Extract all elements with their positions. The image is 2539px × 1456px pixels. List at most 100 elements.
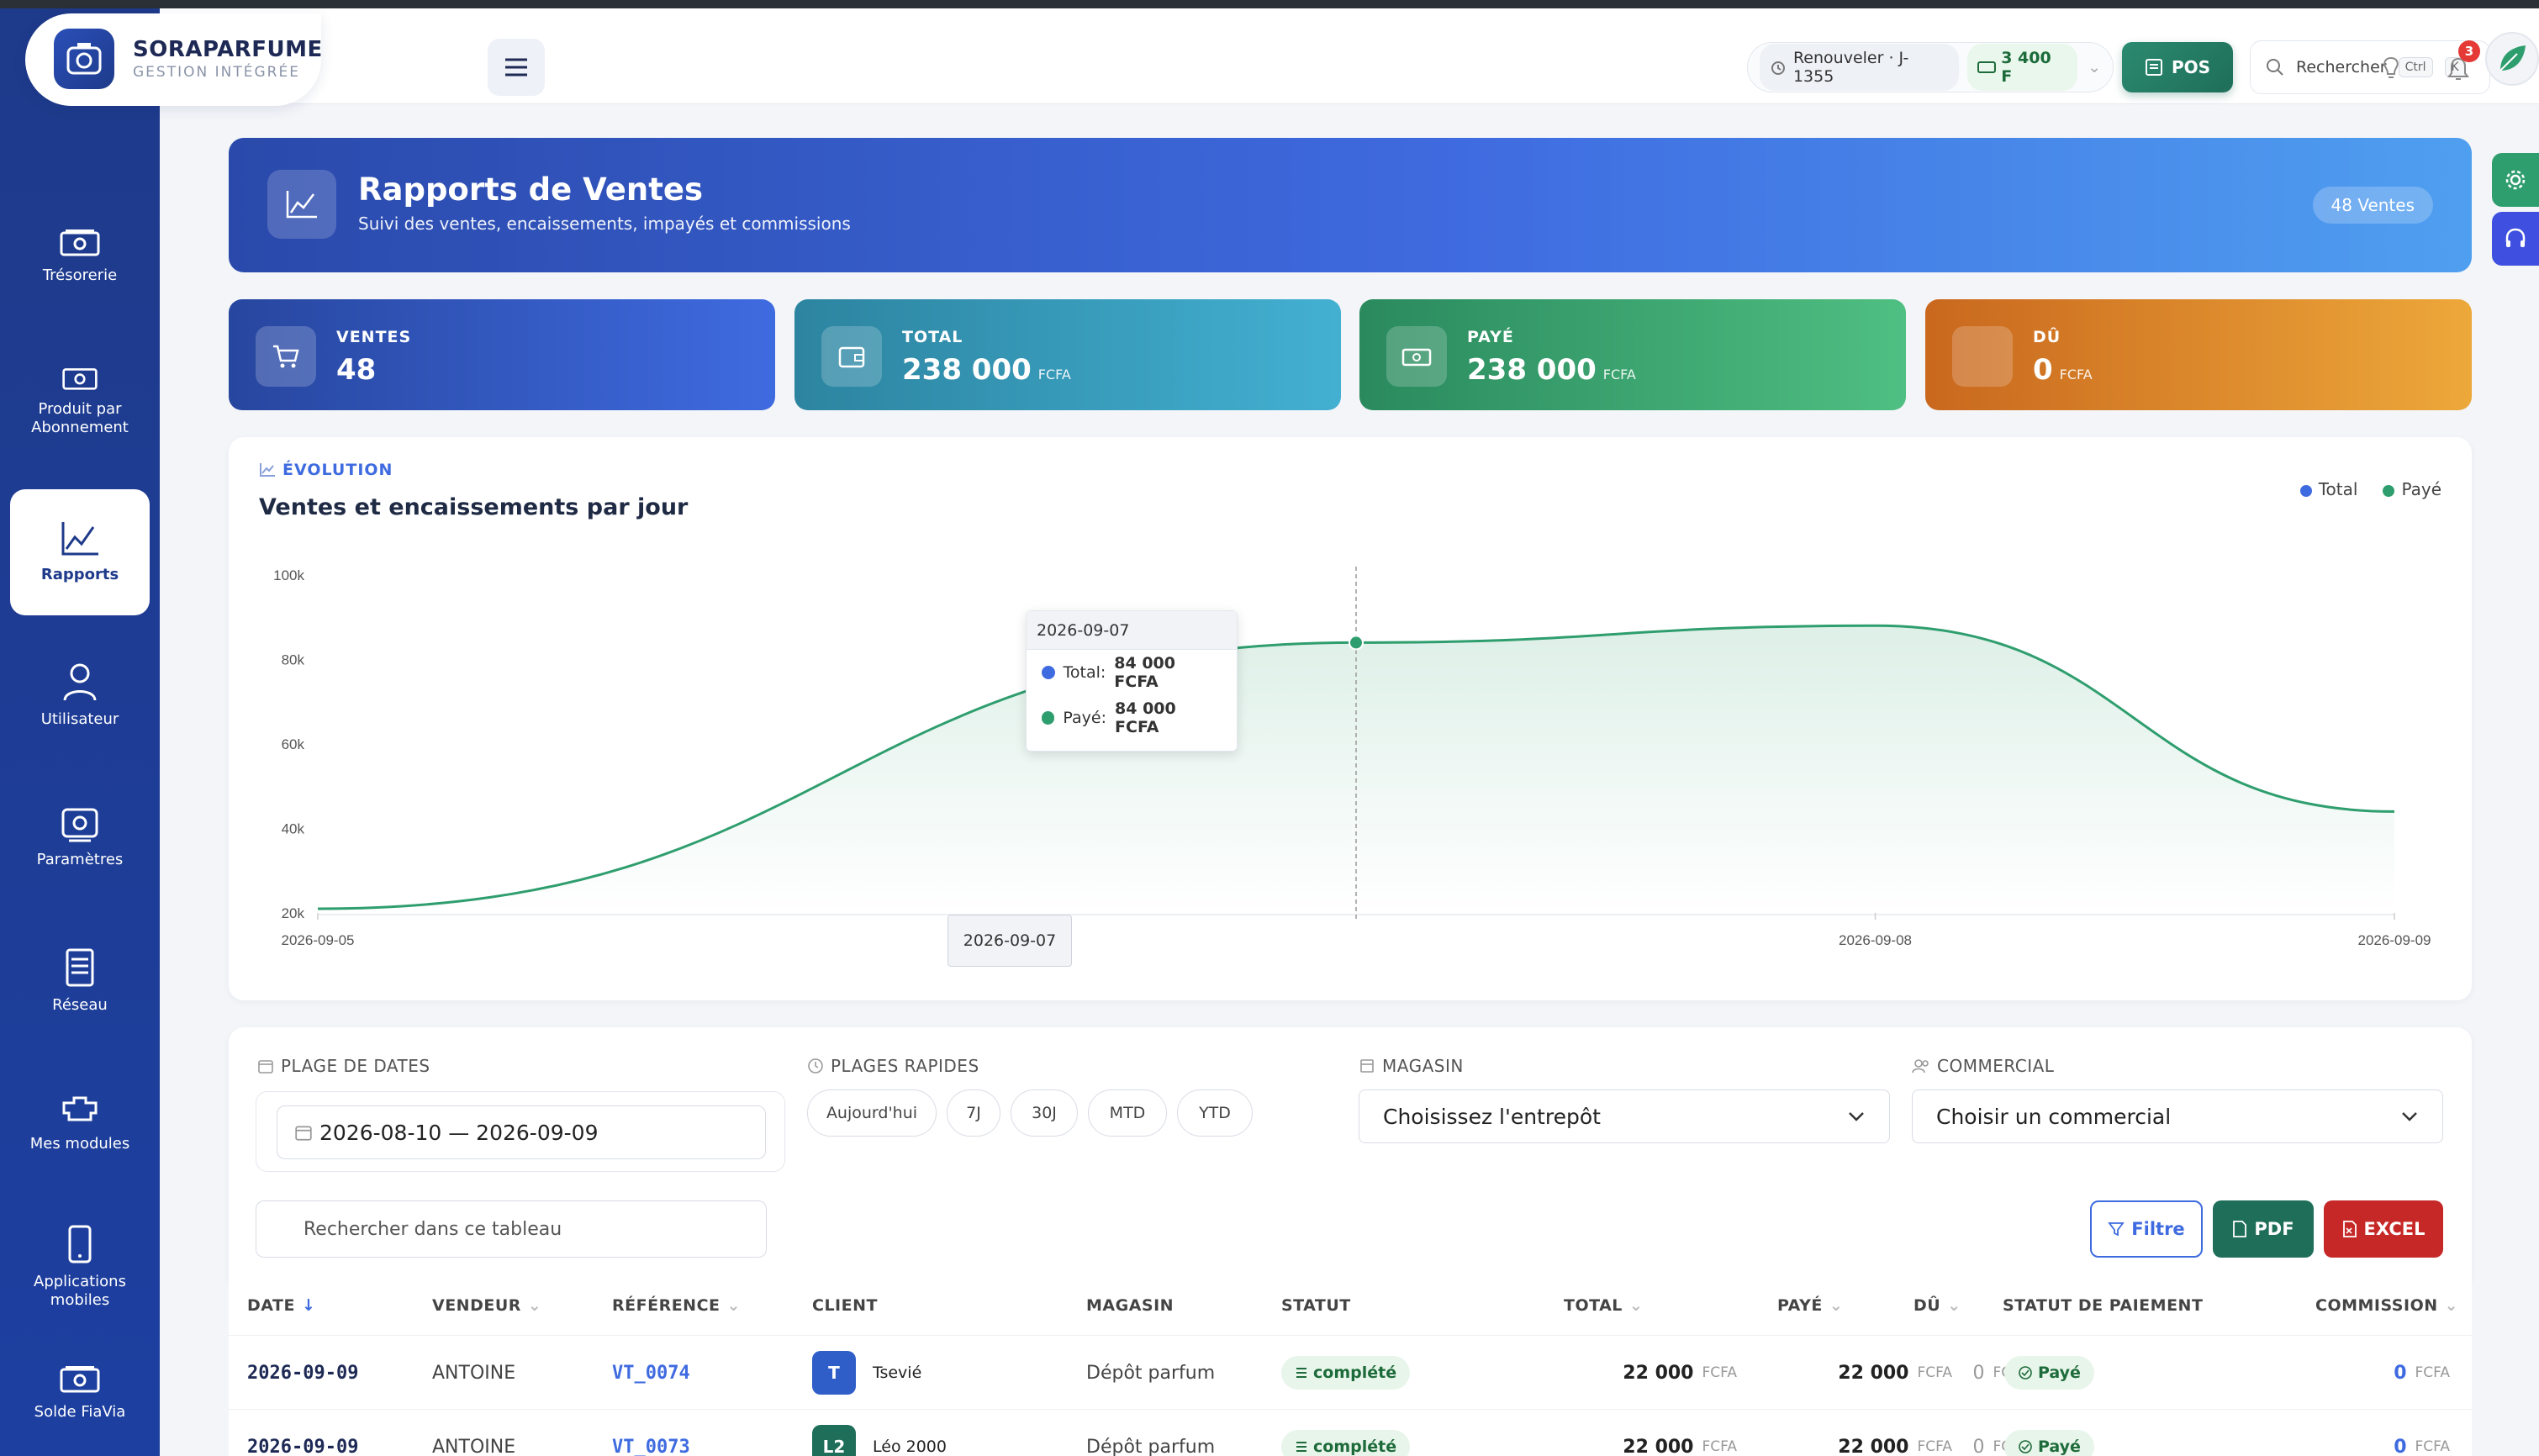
cell-status: complété [1281, 1336, 1411, 1410]
sidebar-item-utilisateur[interactable]: Utilisateur [10, 632, 150, 758]
cell-reference-link[interactable]: VT_0073 [612, 1410, 690, 1456]
quick-range-mtd[interactable]: MTD [1088, 1089, 1167, 1137]
alarm-clock-icon [1771, 61, 1785, 75]
th-commission[interactable]: COMMISSION ⌄ [2315, 1296, 2458, 1315]
kpi-value: 238 000 FCFA [1467, 353, 1636, 387]
cash-icon [60, 1366, 100, 1393]
th-vendeur[interactable]: VENDEUR ⌄ [432, 1296, 541, 1315]
tooltip-paid-row: Payé: 84 000 FCFA [1027, 695, 1237, 741]
list-icon [1296, 1442, 1306, 1452]
th-client[interactable]: CLIENT [812, 1296, 878, 1315]
sidebar-item-solde-fiavia[interactable]: Solde FiaVia [10, 1330, 150, 1456]
date-range-input[interactable]: 2026-08-10 — 2026-09-09 [277, 1105, 766, 1159]
cell-seller: ANTOINE [432, 1436, 516, 1456]
paid-badge: Payé [2004, 1430, 2094, 1456]
cell-seller: ANTOINE [432, 1362, 516, 1384]
cart-icon [256, 326, 316, 387]
kpi-value: 48 [336, 353, 377, 387]
clock-icon [808, 1058, 823, 1074]
check-circle-icon [2019, 1366, 2032, 1380]
quick-range-today[interactable]: Aujourd'hui [807, 1089, 937, 1137]
table-row[interactable]: 2026-09-09 ANTOINE VT_0073 L2 Léo 2000 Dé… [229, 1409, 2472, 1456]
quick-range-ytd[interactable]: YTD [1177, 1089, 1253, 1137]
tooltip-date: 2026-09-07 [1027, 611, 1237, 650]
store-select[interactable]: Choisissez l'entrepôt [1359, 1089, 1890, 1143]
cash-icon [62, 368, 98, 390]
sidebar-item-label: Mes modules [29, 1135, 130, 1153]
cell-commission: 0 FCFA [2394, 1362, 2450, 1384]
th-paye[interactable]: PAYÉ ⌄ [1777, 1296, 1843, 1315]
kpi-value: 238 000 FCFA [902, 353, 1071, 387]
user-avatar[interactable] [2485, 32, 2539, 86]
sidebar-item-label: Réseau [52, 996, 108, 1014]
hamburger-icon [505, 58, 527, 76]
cell-client[interactable]: L2 Léo 2000 [812, 1410, 947, 1456]
settings-icon [61, 808, 98, 842]
settings-float-tab[interactable] [2492, 153, 2539, 207]
th-total[interactable]: TOTAL ⌄ [1564, 1296, 1643, 1315]
cell-total: 22 000 FCFA [1623, 1436, 1737, 1456]
quick-range-7j[interactable]: 7J [947, 1089, 1000, 1137]
list-icon [1296, 1368, 1306, 1378]
balance-value: 3 400 F [2001, 49, 2051, 86]
th-du[interactable]: DÛ ⌄ [1913, 1296, 1961, 1315]
y-tick-label: 100k [273, 567, 304, 583]
client-avatar: L2 [812, 1425, 856, 1456]
notifications-button[interactable]: 3 [2435, 40, 2482, 92]
support-float-tab[interactable] [2492, 212, 2539, 266]
menu-toggle-button[interactable] [488, 39, 545, 96]
table-search-input[interactable]: Rechercher dans ce tableau [256, 1200, 767, 1258]
window-top-strip [0, 0, 2539, 8]
th-reference[interactable]: RÉFÉRENCE ⌄ [612, 1296, 741, 1315]
kpi-label: VENTES [336, 328, 412, 346]
calendar-icon [295, 1126, 312, 1141]
sidebar-item-reseau[interactable]: Réseau [10, 918, 150, 1044]
y-tick-label: 40k [282, 821, 305, 837]
pdf-export-button[interactable]: PDF [2213, 1200, 2314, 1258]
funnel-icon [2108, 1222, 2125, 1237]
table-row[interactable]: 2026-09-09 ANTOINE VT_0074 T Tsevié Dépôt… [229, 1335, 2472, 1409]
sidebar-item-tresorerie[interactable]: Trésorerie [10, 193, 150, 319]
cash-icon [1977, 61, 1997, 73]
leaf-logo-icon [2499, 45, 2526, 71]
y-tick-label: 80k [282, 652, 305, 668]
pos-button[interactable]: POS [2122, 42, 2233, 92]
modules-icon [62, 1096, 98, 1121]
filter-card: PLAGE DE DATES 2026-08-10 — 2026-09-09 P… [229, 1027, 2472, 1279]
brand-card[interactable]: SORAPARFUME GESTION INTÉGRÉE [25, 13, 322, 106]
notification-badge: 3 [2458, 40, 2480, 62]
sidebar-item-parametres[interactable]: Paramètres [10, 775, 150, 901]
wallet-icon [821, 326, 882, 387]
cash-icon [60, 229, 100, 256]
kpi-card-paye: PAYÉ 238 000 FCFA [1359, 299, 1906, 410]
idea-button[interactable] [2367, 45, 2415, 92]
th-statut[interactable]: STATUT [1281, 1296, 1351, 1315]
report-icon [267, 170, 336, 239]
y-tick-label: 20k [282, 905, 305, 921]
search-icon [2267, 59, 2283, 76]
sales-chart[interactable]: 20k 40k 60k 80k 100k 2026-09-05 2026-09-08 2026… [229, 437, 2472, 1000]
sidebar: Gens Trésorerie Produit par Abonnement R… [0, 8, 160, 1456]
salesperson-select[interactable]: Choisir un commercial [1912, 1089, 2443, 1143]
cell-client[interactable]: T Tsevié [812, 1336, 921, 1410]
th-magasin[interactable]: MAGASIN [1086, 1296, 1174, 1315]
th-date[interactable]: DATE ↓ [247, 1296, 315, 1315]
kpi-card-ventes: VENTES 48 [229, 299, 775, 410]
quick-range-30j[interactable]: 30J [1011, 1089, 1078, 1137]
hover-point-paye [1349, 635, 1364, 651]
kpi-label: PAYÉ [1467, 328, 1514, 346]
filter-button[interactable]: Filtre [2090, 1200, 2203, 1258]
cell-commission: 0 FCFA [2394, 1436, 2450, 1456]
x-tick-label: 2026-09-09 [2358, 932, 2431, 948]
cell-reference-link[interactable]: VT_0074 [612, 1336, 690, 1410]
sidebar-item-applications-mobiles[interactable]: Applications mobiles [10, 1204, 150, 1330]
sidebar-item-mes-modules[interactable]: Mes modules [10, 1061, 150, 1187]
sidebar-item-produit-abonnement[interactable]: Produit par Abonnement [10, 338, 150, 464]
excel-export-button[interactable]: EXCEL [2324, 1200, 2443, 1258]
th-statut-paiement[interactable]: STATUT DE PAIEMENT [2003, 1296, 2203, 1315]
x-tick-label: 2026-09-05 [282, 932, 355, 948]
date-range-wrapper: 2026-08-10 — 2026-09-09 [256, 1091, 785, 1172]
sidebar-item-rapports[interactable]: Rapports [10, 489, 150, 615]
subscription-renew-pill[interactable]: Renouveler · J-1355 3 400 F ⌄ [1747, 42, 2114, 92]
sales-count-badge: 48 Ventes [2312, 187, 2433, 224]
